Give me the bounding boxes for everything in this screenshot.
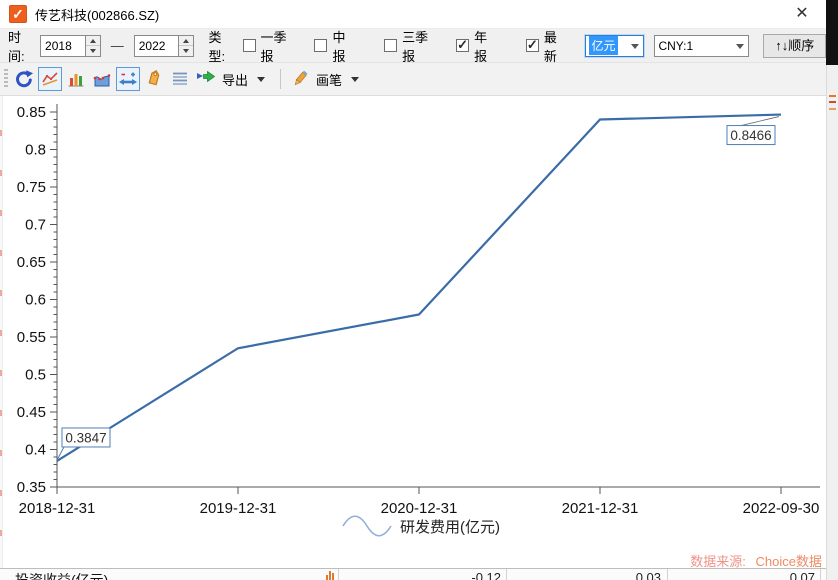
brush-label[interactable]: 画笔 (316, 70, 342, 89)
chevron-down-icon[interactable] (631, 43, 640, 49)
range-zoom-icon[interactable] (116, 67, 140, 91)
svg-text:0.85: 0.85 (17, 104, 46, 121)
svg-text:0.45: 0.45 (17, 404, 46, 421)
svg-text:0.7: 0.7 (25, 217, 46, 234)
svg-text:2022-09-30: 2022-09-30 (743, 500, 820, 517)
source-name: Choice数据 (755, 554, 822, 569)
area-chart-icon[interactable] (90, 67, 114, 91)
checkbox-latest[interactable]: 最新 (525, 27, 568, 65)
column-divider (338, 569, 339, 580)
svg-text:2020-12-31: 2020-12-31 (381, 500, 458, 517)
export-label[interactable]: 导出 (222, 70, 248, 89)
line-chart: 0.35 0.4 0.45 0.5 0.55 0.6 0.65 0.7 0.75 0.8 0.85 2… (0, 96, 826, 568)
list-icon[interactable] (168, 67, 192, 91)
close-icon[interactable]: ✕ (792, 4, 812, 24)
spinner-buttons (178, 35, 194, 56)
q1-checkbox[interactable] (242, 39, 256, 52)
svg-text:0.55: 0.55 (17, 329, 46, 346)
svg-text:0.8466: 0.8466 (730, 128, 771, 143)
year-to-spinner[interactable]: 2022 (133, 34, 195, 57)
year-to-value[interactable]: 2022 (135, 36, 179, 56)
title-bar: ✓ 传艺科技(002866.SZ) ✕ (0, 0, 826, 29)
row-value: 0.07 (789, 570, 815, 580)
svg-text:0.65: 0.65 (17, 254, 46, 271)
svg-text:研发费用(亿元): 研发费用(亿元) (400, 519, 500, 536)
spinner-up-icon[interactable] (179, 35, 194, 46)
latest-checkbox[interactable] (525, 37, 539, 53)
q3-checkbox[interactable] (384, 39, 398, 52)
svg-text:0.5: 0.5 (25, 367, 46, 384)
currency-select[interactable]: CNY:1 (654, 34, 750, 57)
interim-checkbox[interactable] (314, 39, 328, 52)
currency-selected-value[interactable]: CNY:1 (658, 39, 693, 53)
order-button[interactable]: ↑↓顺序 (763, 33, 826, 58)
app-window: ✓ 传艺科技(002866.SZ) ✕ 时间: 2018 — 2022 类型: … (0, 0, 838, 580)
svg-text:0.35: 0.35 (17, 479, 46, 496)
column-divider (820, 569, 821, 580)
unit-selected-value[interactable]: 亿元 (589, 36, 618, 55)
line-chart-icon[interactable] (38, 67, 62, 91)
toolbar-grip[interactable] (4, 69, 8, 89)
toolbar-separator (280, 69, 282, 89)
svg-text:0.8: 0.8 (25, 142, 46, 159)
latest-label[interactable]: 最新 (544, 27, 568, 65)
svg-text:2018-12-31: 2018-12-31 (19, 500, 96, 517)
window-edge (826, 0, 838, 65)
source-label: 数据来源: (690, 554, 746, 569)
filter-bar: 时间: 2018 — 2022 类型: 一季报 中报 三季报 ✓ 年报 ✓ 最新… (0, 27, 826, 65)
edge-mark (829, 95, 836, 97)
export-caret-icon[interactable] (257, 76, 266, 82)
bar-chart-icon[interactable] (64, 67, 88, 91)
checkbox-interim[interactable]: 中报 (314, 27, 356, 65)
checkbox-q1[interactable]: 一季报 (242, 27, 297, 65)
time-label: 时间: (8, 29, 25, 64)
checkbox-q3[interactable]: 三季报 (384, 27, 438, 65)
svg-text:0.75: 0.75 (17, 179, 46, 196)
year-from-value[interactable]: 2018 (41, 36, 85, 56)
refresh-icon[interactable] (12, 67, 36, 91)
svg-text:0.6: 0.6 (25, 292, 46, 309)
mini-bar-chart-icon[interactable] (326, 571, 337, 580)
page-title: 传艺科技(002866.SZ) (35, 7, 160, 23)
svg-text:2021-12-31: 2021-12-31 (562, 500, 639, 517)
range-dash: — (110, 38, 124, 53)
column-divider (506, 569, 507, 580)
checkbox-annual[interactable]: 年报 (456, 27, 498, 65)
year-from-spinner[interactable]: 2018 (40, 34, 101, 57)
column-divider (667, 569, 668, 580)
right-edge-strip (826, 65, 838, 580)
series-checkbox-icon[interactable]: ✓ (9, 5, 27, 23)
tag-icon[interactable] (142, 67, 166, 91)
type-label: 类型: (208, 29, 226, 64)
spinner-up-icon[interactable] (85, 35, 100, 46)
edge-mark (829, 108, 836, 110)
row-value: -0.12 (471, 570, 501, 580)
row-label: 投资收益(亿元) (15, 572, 109, 580)
svg-text:2019-12-31: 2019-12-31 (200, 500, 277, 517)
export-icon[interactable] (194, 67, 218, 91)
table-row[interactable]: 投资收益(亿元) -0.12 0.03 0.07 (0, 568, 826, 580)
annual-checkbox[interactable] (456, 37, 470, 53)
q3-label[interactable]: 三季报 (402, 27, 438, 65)
edge-mark (829, 101, 836, 103)
spinner-down-icon[interactable] (179, 46, 194, 56)
interim-label[interactable]: 中报 (332, 27, 356, 65)
chevron-down-icon[interactable] (736, 43, 745, 49)
svg-text:0.4: 0.4 (25, 442, 46, 459)
q1-label[interactable]: 一季报 (261, 27, 297, 65)
unit-select[interactable]: 亿元 (585, 34, 645, 57)
chart-toolbar: 导出 画笔 (0, 63, 826, 96)
svg-text:0.3847: 0.3847 (65, 430, 106, 445)
spinner-down-icon[interactable] (85, 46, 100, 56)
spinner-buttons (84, 35, 100, 56)
brush-caret-icon[interactable] (351, 76, 360, 82)
left-edge-strip (0, 96, 3, 568)
annual-label[interactable]: 年报 (474, 27, 498, 65)
pencil-icon[interactable] (288, 67, 312, 91)
row-value: 0.03 (635, 570, 661, 580)
